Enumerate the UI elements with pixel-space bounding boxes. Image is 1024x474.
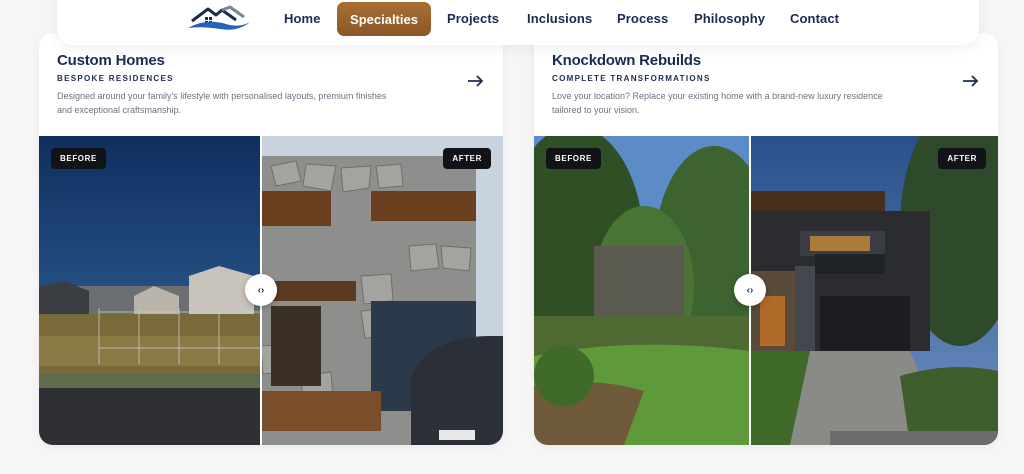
card-title: Custom Homes <box>57 52 165 69</box>
card-description: Love your location? Replace your existin… <box>552 91 883 115</box>
nav-specialties[interactable]: Specialties <box>337 2 431 36</box>
main-nav: Home Specialties Projects Inclusions Pro… <box>57 0 979 45</box>
card-title: Knockdown Rebuilds <box>552 52 701 69</box>
logo-icon[interactable] <box>186 4 252 34</box>
before-image: BEFORE <box>39 136 261 445</box>
nav-inclusions[interactable]: Inclusions <box>527 11 592 26</box>
before-after-slider[interactable]: BEFORE AFTER ‹› <box>39 136 503 445</box>
specialty-card-knockdown-rebuilds[interactable]: Knockdown Rebuilds COMPLETE TRANSFORMATI… <box>534 33 998 445</box>
page: Home Specialties Projects Inclusions Pro… <box>0 0 1024 474</box>
before-image: BEFORE <box>534 136 750 445</box>
arrow-right-icon[interactable] <box>467 74 485 88</box>
nav-process[interactable]: Process <box>617 11 668 26</box>
slider-handle-icon[interactable]: ‹› <box>734 274 766 306</box>
card-description: Designed around your family's lifestyle … <box>57 91 387 115</box>
nav-philosophy[interactable]: Philosophy <box>694 11 765 26</box>
card-subtitle: COMPLETE TRANSFORMATIONS <box>552 74 711 83</box>
slider-handle-icon[interactable]: ‹› <box>245 274 277 306</box>
specialty-card-custom-homes[interactable]: Custom Homes BESPOKE RESIDENCES Designed… <box>39 33 503 445</box>
card-subtitle: BESPOKE RESIDENCES <box>57 74 174 83</box>
after-image: AFTER <box>750 136 998 445</box>
after-tag: AFTER <box>443 148 491 169</box>
after-image: AFTER <box>261 136 503 445</box>
nav-projects[interactable]: Projects <box>447 11 499 26</box>
arrow-right-icon[interactable] <box>962 74 980 88</box>
before-after-slider[interactable]: BEFORE AFTER ‹› <box>534 136 998 445</box>
before-tag: BEFORE <box>546 148 601 169</box>
before-tag: BEFORE <box>51 148 106 169</box>
nav-home[interactable]: Home <box>284 11 321 26</box>
nav-contact[interactable]: Contact <box>790 11 839 26</box>
after-tag: AFTER <box>938 148 986 169</box>
